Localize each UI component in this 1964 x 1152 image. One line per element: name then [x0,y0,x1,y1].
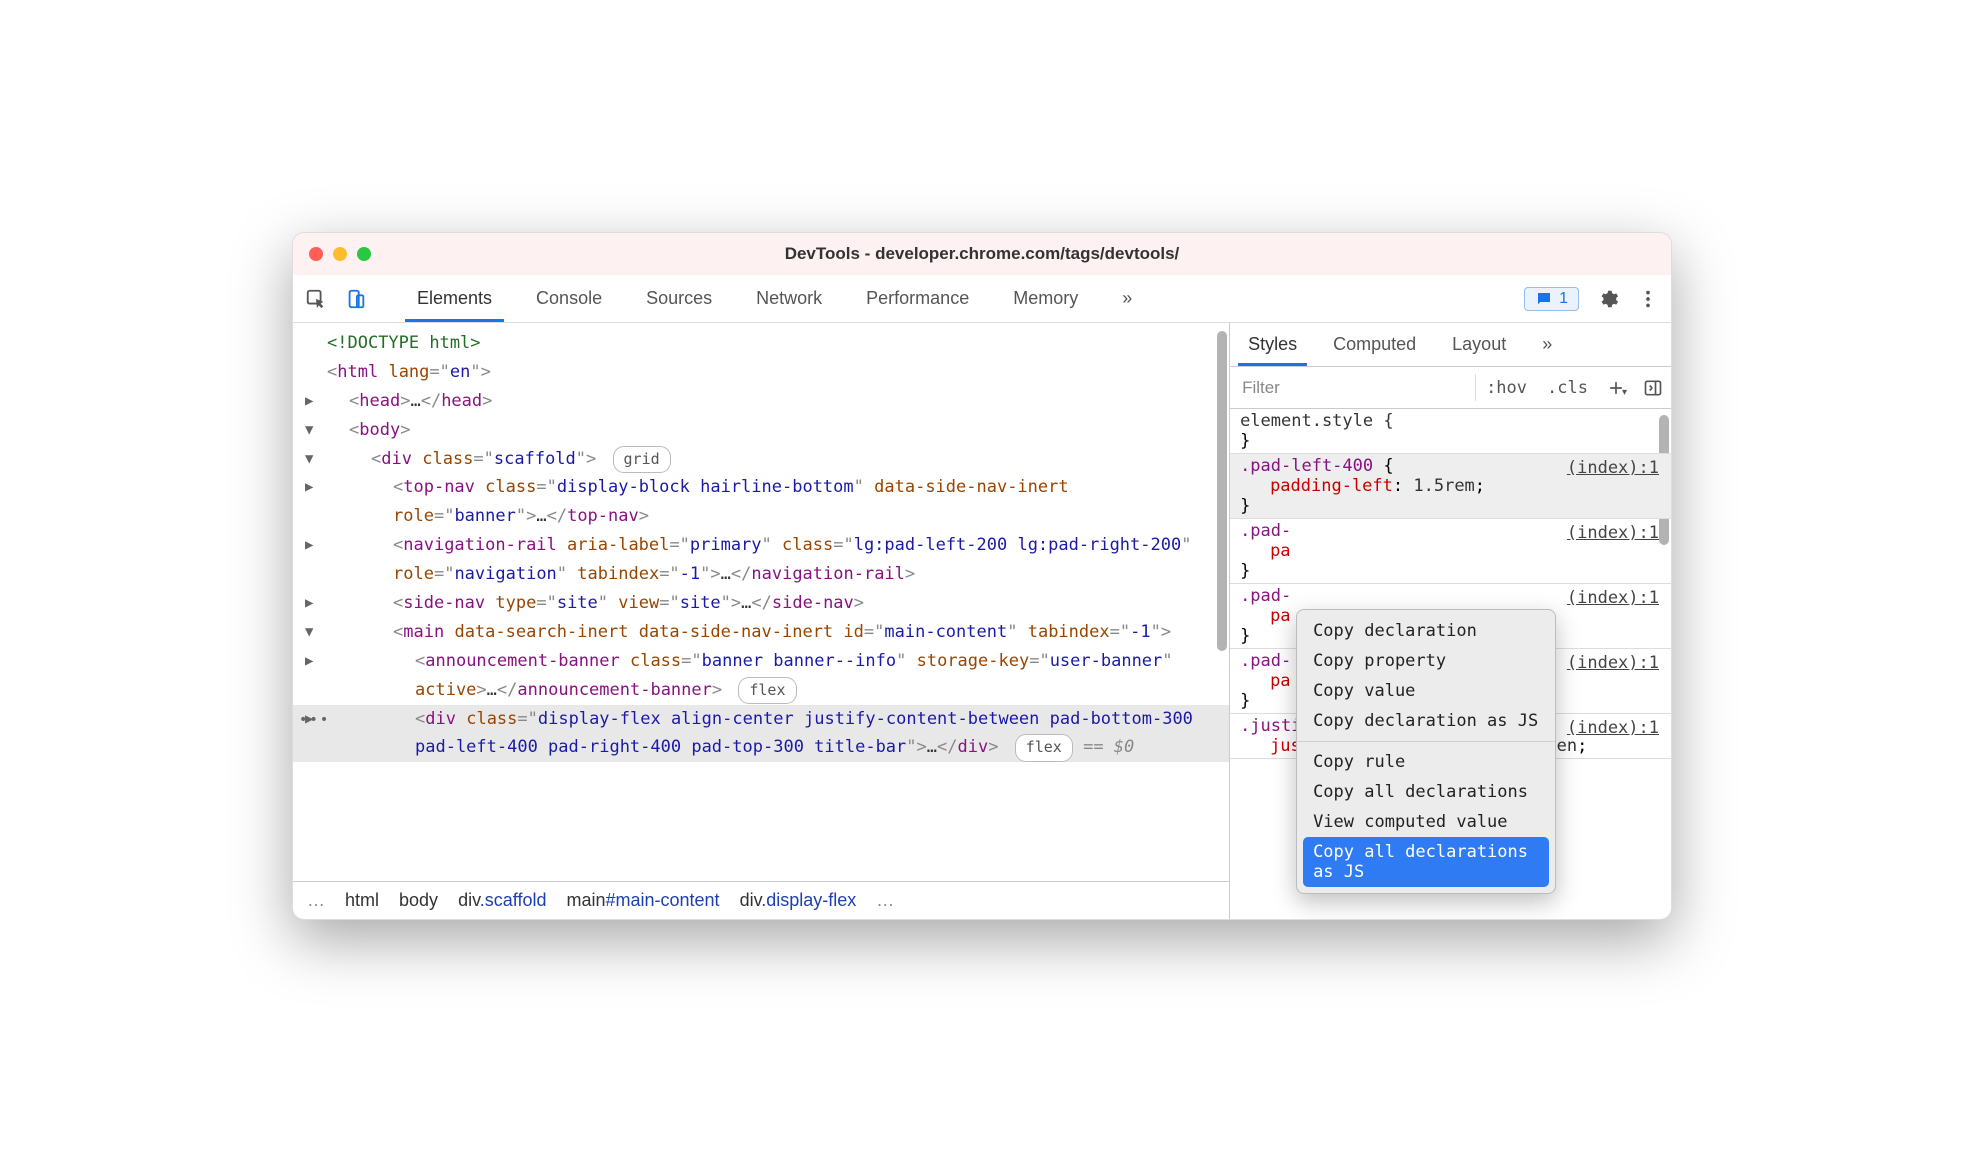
breadcrumb-seg[interactable]: html [345,890,379,911]
rule-pad-left-400[interactable]: (index):1 .pad-left-400 { padding-left: … [1230,454,1671,519]
rule-source-link[interactable]: (index):1 [1567,653,1659,673]
device-toolbar-icon[interactable] [345,288,367,310]
devtools-window: DevTools - developer.chrome.com/tags/dev… [292,232,1672,920]
menu-copy-all-declarations-as-js[interactable]: Copy all declarations as JS [1303,837,1549,887]
elements-panel: <!DOCTYPE html> <html lang="en"> ▶ <head… [293,323,1230,919]
rule-source-link[interactable]: (index):1 [1567,588,1659,608]
rule-pad-generic[interactable]: (index):1 .pad- pa } [1230,519,1671,584]
styles-filter-input[interactable] [1230,367,1475,408]
tab-performance[interactable]: Performance [844,276,991,321]
more-options-icon[interactable] [1637,288,1659,310]
tab-memory[interactable]: Memory [991,276,1100,321]
workspace: <!DOCTYPE html> <html lang="en"> ▶ <head… [293,323,1671,919]
expand-arrow-icon[interactable]: ▶ [305,390,313,414]
styles-filter-row: :hov .cls ▾ [1230,367,1671,409]
window-titlebar: DevTools - developer.chrome.com/tags/dev… [293,233,1671,275]
expand-arrow-icon[interactable]: ▶ [305,650,313,674]
tab-layout[interactable]: Layout [1434,324,1524,365]
tab-computed[interactable]: Computed [1315,324,1434,365]
rule-source-link[interactable]: (index):1 [1567,458,1659,478]
rule-element-style[interactable]: element.style { } [1230,409,1671,454]
expand-arrow-icon[interactable]: ▶ [305,592,313,616]
tab-styles[interactable]: Styles [1230,324,1315,365]
collapse-arrow-icon[interactable]: ▼ [305,448,313,472]
context-menu: Copy declaration Copy property Copy valu… [1296,609,1556,894]
breadcrumb-seg[interactable]: main#main-content [566,890,719,911]
tab-network[interactable]: Network [734,276,844,321]
expand-arrow-icon[interactable]: ▶ [305,476,313,500]
dom-node-topnav[interactable]: ▶ <top-nav class="display-block hairline… [293,473,1229,531]
breadcrumb-seg[interactable]: div.scaffold [458,890,546,911]
dom-node-navigation-rail[interactable]: ▶ <navigation-rail aria-label="primary" … [293,531,1229,589]
menu-copy-all-declarations[interactable]: Copy all declarations [1297,777,1555,807]
collapse-arrow-icon[interactable]: ▼ [305,419,313,443]
dom-node-announcement[interactable]: ▶ <announcement-banner class="banner ban… [293,647,1229,705]
cls-toggle[interactable]: .cls [1537,378,1598,398]
menu-separator [1297,741,1555,742]
dom-node-scaffold[interactable]: ▼ <div class="scaffold"> grid [293,445,1229,474]
breadcrumb-seg[interactable]: div.display-flex [740,890,857,911]
menu-copy-value[interactable]: Copy value [1297,676,1555,706]
tab-console[interactable]: Console [514,276,624,321]
breadcrumb-seg[interactable]: body [399,890,438,911]
styles-rules[interactable]: element.style { } (index):1 .pad-left-40… [1230,409,1671,919]
collapse-arrow-icon[interactable]: ▼ [305,621,313,645]
menu-view-computed-value[interactable]: View computed value [1297,807,1555,837]
dom-node-head[interactable]: ▶ <head>…</head> [293,387,1229,416]
breadcrumb[interactable]: … html body div.scaffold main#main-conte… [293,881,1229,919]
main-toolbar: Elements Console Sources Network Perform… [293,275,1671,323]
dom-node-main[interactable]: ▼ <main data-search-inert data-side-nav-… [293,618,1229,647]
menu-copy-declaration[interactable]: Copy declaration [1297,616,1555,646]
tab-sources[interactable]: Sources [624,276,734,321]
inspect-element-icon[interactable] [305,288,327,310]
more-tabs-icon[interactable]: » [1100,276,1154,321]
expand-arrow-icon[interactable]: ▶ [305,708,313,732]
toggle-sidebar-icon[interactable] [1635,378,1671,398]
rule-source-link[interactable]: (index):1 [1567,718,1659,738]
styles-tabs: Styles Computed Layout » [1230,323,1671,367]
issues-count: 1 [1559,290,1568,308]
dom-node-body[interactable]: ▼ <body> [293,416,1229,445]
rule-source-link[interactable]: (index):1 [1567,523,1659,543]
settings-gear-icon[interactable] [1597,288,1619,310]
expand-arrow-icon[interactable]: ▶ [305,534,313,558]
window-title: DevTools - developer.chrome.com/tags/dev… [293,244,1671,264]
layout-badge-grid[interactable]: grid [613,446,671,474]
styles-panel: Styles Computed Layout » :hov .cls ▾ [1230,323,1671,919]
dom-node-selected[interactable]: ••• ▶ <div class="display-flex align-cen… [293,705,1229,763]
hov-toggle[interactable]: :hov [1476,378,1537,398]
styles-more-tabs-icon[interactable]: » [1524,324,1570,365]
layout-badge-flex[interactable]: flex [738,677,796,705]
layout-badge-flex[interactable]: flex [1015,734,1073,762]
menu-copy-property[interactable]: Copy property [1297,646,1555,676]
dom-node-sidenav[interactable]: ▶ <side-nav type="site" view="site">…</s… [293,589,1229,618]
menu-copy-declaration-as-js[interactable]: Copy declaration as JS [1297,706,1555,736]
breadcrumb-right-ell[interactable]: … [876,890,894,911]
dom-tree[interactable]: <!DOCTYPE html> <html lang="en"> ▶ <head… [293,323,1229,881]
dom-node-html[interactable]: <html lang="en"> [293,358,1229,387]
breadcrumb-left-ell[interactable]: … [307,890,325,911]
tab-elements[interactable]: Elements [395,276,514,321]
new-style-rule-icon[interactable]: ▾ [1598,377,1635,398]
dom-node-doctype[interactable]: <!DOCTYPE html> [293,329,1229,358]
node-actions-icon[interactable]: ••• [299,709,330,733]
menu-copy-rule[interactable]: Copy rule [1297,747,1555,777]
panel-tabs: Elements Console Sources Network Perform… [395,276,1154,321]
issues-badge[interactable]: 1 [1524,287,1579,311]
